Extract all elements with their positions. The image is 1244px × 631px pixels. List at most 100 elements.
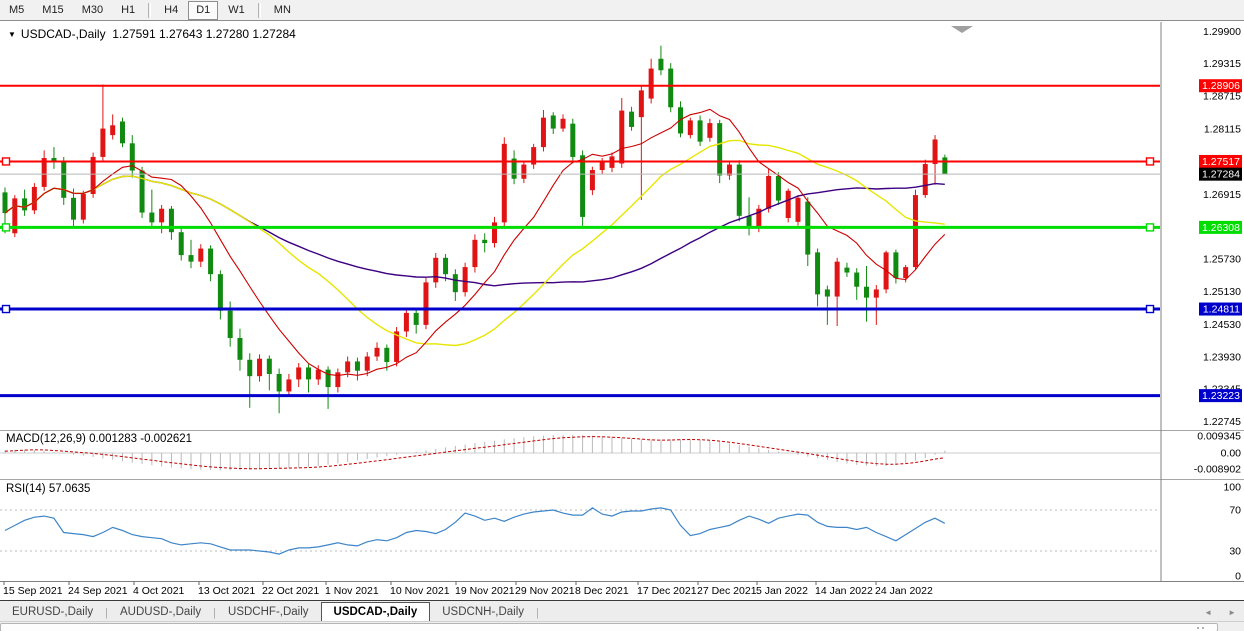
candle-body (541, 118, 546, 147)
chart-tab-usdcnh[interactable]: USDCNH-,Daily (430, 603, 536, 622)
candle-body (795, 198, 800, 222)
line-drag-handle[interactable] (3, 224, 10, 231)
chart-tab-usdcad[interactable]: USDCAD-,Daily (321, 602, 431, 623)
candle-body (717, 123, 722, 175)
candle-body (140, 171, 145, 213)
timeframe-button-w1[interactable]: W1 (220, 1, 253, 20)
candle-body (179, 232, 184, 255)
candle-body (247, 360, 252, 376)
date-axis-label: 24 Jan 2022 (875, 585, 933, 597)
timeframe-button-h4[interactable]: H4 (156, 1, 186, 20)
date-axis-label: 13 Oct 2021 (198, 585, 255, 597)
line-drag-handle[interactable] (1147, 224, 1154, 231)
candle-body (844, 268, 849, 273)
trading-platform-window: M5M15M30H1 H4D1W1 MN ▼ USDCAD-,Daily 1.2759… (0, 0, 1244, 631)
candle-body (365, 357, 370, 371)
candle-body (874, 289, 879, 297)
candle-body (159, 209, 164, 223)
candle-body (375, 348, 380, 357)
chart-tab-bar: EURUSD-,Daily|AUDUSD-,Daily|USDCHF-,Dail… (0, 600, 1244, 622)
candle-body (120, 121, 125, 143)
scrollbar-grip-dot (1202, 627, 1204, 629)
chart-ohlc-values: 1.27591 1.27643 1.27280 1.27284 (112, 27, 296, 41)
candle-body (835, 262, 840, 297)
date-axis-label: 22 Oct 2021 (262, 585, 319, 597)
macd-axis-label: -0.008902 (1194, 464, 1241, 476)
timeframe-button-m15[interactable]: M15 (34, 1, 71, 20)
candle-body (3, 192, 8, 213)
candle-body (61, 162, 66, 197)
timeframe-button-m5[interactable]: M5 (1, 1, 32, 20)
tab-scroll-right-button[interactable]: ► (1220, 608, 1244, 622)
date-axis-label: 19 Nov 2021 (455, 585, 515, 597)
price-axis-label: 1.28115 (1204, 123, 1241, 135)
line-drag-handle[interactable] (1147, 158, 1154, 165)
candle-body (942, 157, 947, 174)
price-axis-label: 1.23930 (1203, 352, 1241, 364)
candle-body (502, 144, 507, 223)
candle-body (208, 249, 213, 275)
date-axis-label: 1 Nov 2021 (325, 585, 379, 597)
horizontal-scrollbar[interactable] (0, 621, 1244, 631)
rsi-axis-label: 100 (1223, 482, 1241, 494)
chart-tab-usdchf[interactable]: USDCHF-,Daily (216, 603, 321, 622)
timeframe-toolbar: M5M15M30H1 H4D1W1 MN (0, 0, 1244, 21)
candle-body (639, 90, 644, 117)
candle-body (228, 311, 233, 338)
candle-body (580, 155, 585, 217)
toolbar-separator (148, 3, 151, 18)
date-axis-label: 5 Jan 2022 (756, 585, 808, 597)
price-axis-label: 1.22745 (1203, 416, 1241, 428)
candle-body (306, 367, 311, 379)
candle-body (492, 222, 497, 243)
candle-body (521, 165, 526, 179)
price-axis-label: 1.25130 (1203, 286, 1241, 298)
date-axis-label: 29 Nov 2021 (515, 585, 575, 597)
chart-tab-audusd[interactable]: AUDUSD-,Daily (108, 603, 213, 622)
candle-body (815, 252, 820, 294)
timeframe-button-mn[interactable]: MN (266, 1, 299, 20)
chart-canvas[interactable]: 1.299001.293151.287151.281151.269151.257… (0, 22, 1244, 600)
candle-body (355, 361, 360, 370)
candle-body (668, 69, 673, 108)
date-axis-label: 14 Jan 2022 (815, 585, 873, 597)
candle-body (453, 274, 458, 292)
price-level-label: 1.26308 (1202, 222, 1240, 234)
rsi-indicator-label: RSI(14) 57.0635 (6, 483, 90, 495)
price-axis-label: 1.28715 (1203, 91, 1241, 103)
toolbar-separator (258, 3, 261, 18)
candle-body (110, 125, 115, 135)
candle-body (629, 112, 634, 127)
timeframe-button-h1[interactable]: H1 (113, 1, 143, 20)
candle-body (551, 115, 556, 128)
date-axis-label: 8 Dec 2021 (575, 585, 629, 597)
line-drag-handle[interactable] (1147, 306, 1154, 313)
candle-body (463, 267, 468, 292)
candle-body (923, 164, 928, 195)
candle-body (570, 124, 575, 157)
candle-body (776, 176, 781, 201)
timeframe-button-d1[interactable]: D1 (188, 1, 218, 20)
line-drag-handle[interactable] (3, 306, 10, 313)
line-drag-handle[interactable] (3, 158, 10, 165)
chart-symbol-label: USDCAD-,Daily (21, 27, 106, 41)
tab-scroll-left-button[interactable]: ◄ (1196, 608, 1220, 622)
candle-body (22, 198, 27, 210)
scrollbar-thumb[interactable] (0, 623, 1218, 631)
candle-body (149, 213, 154, 223)
candle-body (864, 287, 869, 298)
scrollbar-grip-dot (1197, 627, 1199, 629)
chart-tab-eurusd[interactable]: EURUSD-,Daily (0, 603, 105, 622)
date-axis-label: 4 Oct 2021 (133, 585, 185, 597)
date-axis-label: 27 Dec 2021 (697, 585, 757, 597)
candle-body (903, 267, 908, 278)
candle-body (267, 359, 272, 374)
candle-body (384, 348, 389, 362)
candle-body (81, 194, 86, 220)
timeframe-button-m30[interactable]: M30 (74, 1, 111, 20)
rsi-axis-label: 70 (1229, 505, 1241, 517)
symbol-dropdown-icon[interactable]: ▼ (8, 30, 16, 39)
candle-body (71, 198, 76, 220)
macd-axis-label: 0.009345 (1197, 431, 1241, 443)
candle-body (590, 170, 595, 190)
